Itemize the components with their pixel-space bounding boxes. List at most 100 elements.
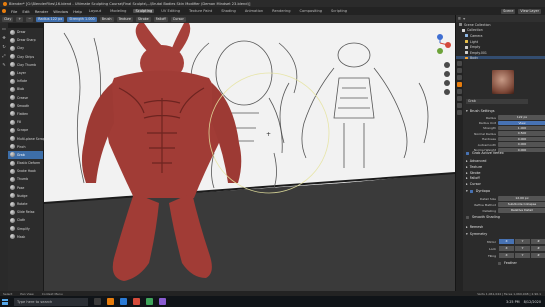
property-field[interactable]: 0.000	[498, 142, 545, 147]
taskbar-search-input[interactable]: Type here to search	[14, 297, 88, 306]
render-tab-icon[interactable]	[457, 68, 462, 73]
radius-field[interactable]: Radius 122 px	[36, 16, 65, 22]
workspace-tab-modeling[interactable]: Modeling	[108, 9, 128, 13]
brush-item-nudge[interactable]: Nudge	[8, 192, 43, 200]
texture-menu[interactable]: Texture	[116, 16, 133, 22]
mirror-z-toggle[interactable]: Z	[531, 239, 545, 244]
falloff-menu[interactable]: Falloff	[153, 16, 168, 22]
app3-taskbar-icon[interactable]	[159, 298, 166, 305]
section-header-texture[interactable]: ▸ Texture	[466, 165, 482, 169]
brush-settings-header[interactable]: ▾ Brush Settings	[466, 109, 494, 113]
property-field[interactable]: 0.000	[498, 147, 545, 153]
scene-tab-icon[interactable]	[457, 89, 462, 94]
brush-item-grab[interactable]: Grab	[8, 150, 43, 159]
brush-item-simplify[interactable]: Simplify	[8, 225, 43, 233]
explorer-taskbar-icon[interactable]	[120, 298, 127, 305]
mirror-x-toggle[interactable]: X	[499, 239, 514, 244]
brush-item-scrape[interactable]: Scrape	[8, 126, 43, 134]
brush-item-rotate[interactable]: Rotate	[8, 200, 43, 208]
stroke-menu[interactable]: Stroke	[135, 16, 151, 22]
brush-item-clay[interactable]: Clay	[8, 44, 43, 52]
scale-icon[interactable]: ⤢	[1, 51, 8, 59]
rotate-icon[interactable]: ↻	[1, 42, 8, 50]
brush-add-button[interactable]: +	[16, 16, 24, 22]
tiling-y-toggle[interactable]: Y	[515, 253, 530, 258]
active-tool-tab-icon[interactable]	[457, 82, 462, 87]
strength-field[interactable]: Strength 1.000	[67, 16, 97, 22]
lock-y-toggle[interactable]: Y	[515, 246, 530, 251]
clock-date[interactable]: 8/12/2020	[524, 300, 541, 304]
brush-item-clay-thumb[interactable]: Clay Thumb	[8, 61, 43, 69]
smooth-shading-checkbox[interactable]: Smooth Shading	[466, 215, 500, 219]
brush-item-thumb[interactable]: Thumb	[8, 175, 43, 183]
brush-item-snake-hook[interactable]: Snake Hook	[8, 167, 43, 175]
workspace-tab-scripting[interactable]: Scripting	[329, 9, 349, 13]
lock-z-toggle[interactable]: Z	[531, 246, 545, 251]
brush-item-layer[interactable]: Layer	[8, 69, 43, 77]
scene-selector[interactable]: Scene	[501, 8, 516, 14]
blender-taskbar-icon[interactable]	[107, 298, 114, 305]
outliner-display-icon[interactable]: ☰	[458, 17, 461, 21]
brush-name-field[interactable]: Grab	[466, 99, 528, 104]
brush-preview-thumbnail[interactable]	[492, 70, 514, 94]
brush-item-draw-sharp[interactable]: Draw Sharp	[8, 36, 43, 44]
property-field[interactable]: 122 px	[498, 115, 545, 120]
property-field[interactable]: Subdivide Collapse	[498, 202, 545, 207]
brush-item-clay-strips[interactable]: Clay Strips	[8, 53, 43, 61]
task-view-icon[interactable]	[94, 298, 101, 305]
brush-item-cloth[interactable]: Cloth	[8, 216, 43, 224]
menu-window[interactable]: Window	[53, 9, 68, 14]
workspace-tab-sculpting[interactable]: Sculpting	[133, 9, 155, 13]
tool-tab-icon[interactable]	[457, 61, 462, 66]
brush-item-pose[interactable]: Pose	[8, 184, 43, 192]
move-icon[interactable]: ✥	[1, 33, 8, 41]
brush-item-inflate[interactable]: Inflate	[8, 77, 43, 85]
section-header-stroke[interactable]: ▸ Stroke	[466, 171, 481, 175]
brush-item-smooth[interactable]: Smooth	[8, 102, 43, 110]
workspace-tab-rendering[interactable]: Rendering	[270, 9, 292, 13]
brush-item-fill[interactable]: Fill	[8, 118, 43, 126]
brush-item-draw[interactable]: Draw	[8, 28, 43, 36]
menu-help[interactable]: Help	[73, 9, 82, 14]
feather-checkbox[interactable]: Feather	[498, 261, 517, 265]
section-header-falloff[interactable]: ▸ Falloff	[466, 176, 480, 180]
brush-item-multi-plane-scrape[interactable]: Multi-plane Scrape	[8, 134, 47, 142]
property-field[interactable]: 12.00 px	[498, 196, 545, 201]
workspace-tab-layout[interactable]: Layout	[87, 9, 103, 13]
brush-item-blob[interactable]: Blob	[8, 85, 43, 93]
lock-x-toggle[interactable]: X	[499, 246, 514, 251]
section-header-advanced[interactable]: ▸ Advanced	[466, 159, 486, 163]
app2-taskbar-icon[interactable]	[146, 298, 153, 305]
brush-subtract-button[interactable]: −	[26, 16, 34, 22]
dyntopo-header[interactable]: ▾ Dyntopo	[466, 189, 490, 193]
workspace-tab-shading[interactable]: Shading	[219, 9, 238, 13]
view-layer-selector[interactable]: View Layer	[518, 8, 541, 14]
mirror-y-toggle[interactable]: Y	[515, 239, 530, 244]
filter-icon[interactable]: ⏷	[463, 17, 466, 21]
property-field[interactable]: 0.000	[498, 136, 545, 142]
blender-menu-icon[interactable]	[2, 9, 6, 13]
grab-active-vertex-checkbox[interactable]: Grab Active Vertex	[466, 151, 504, 155]
viewport-canvas[interactable]: +	[44, 23, 455, 291]
app-taskbar-icon[interactable]	[133, 298, 140, 305]
brush-item-elastic-deform[interactable]: Elastic Deform	[8, 159, 43, 167]
brush-item-crease[interactable]: Crease	[8, 94, 43, 102]
property-field[interactable]: 0.500	[498, 131, 545, 136]
cursor-menu[interactable]: Cursor	[170, 16, 186, 22]
brush-item-flatten[interactable]: Flatten	[8, 110, 43, 118]
symmetry-header[interactable]: ▾ Symmetry	[466, 232, 487, 236]
menu-render[interactable]: Render	[35, 9, 49, 14]
brush-item-slide-relax[interactable]: Slide Relax	[8, 208, 43, 216]
modifier-tab-icon[interactable]	[457, 110, 462, 115]
remesh-header[interactable]: ▸ Remesh	[466, 225, 483, 229]
tiling-x-toggle[interactable]: X	[499, 253, 514, 258]
brush-item-pinch[interactable]: Pinch	[8, 143, 43, 151]
workspace-tab-uv-editing[interactable]: UV Editing	[159, 9, 182, 13]
workspace-tab-animation[interactable]: Animation	[243, 9, 265, 13]
windows-start-icon[interactable]	[2, 298, 8, 305]
menu-edit[interactable]: Edit	[22, 9, 29, 14]
section-header-cursor[interactable]: ▸ Cursor	[466, 182, 481, 186]
tiling-z-toggle[interactable]: Z	[531, 253, 545, 258]
property-field[interactable]: View	[498, 120, 545, 126]
brush-item-mask[interactable]: Mask	[8, 233, 43, 241]
